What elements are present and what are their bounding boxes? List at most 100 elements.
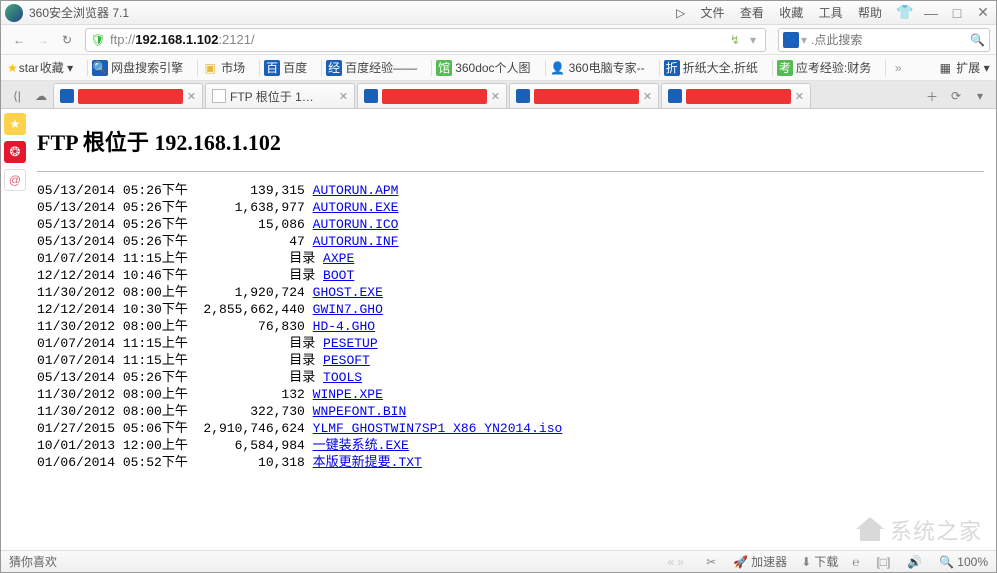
bookmark-label: 百度经验—— xyxy=(345,59,417,76)
file-link[interactable]: AUTORUN.ICO xyxy=(313,217,399,232)
leaf-icon[interactable]: ↯ xyxy=(727,33,743,47)
bookmark-0[interactable]: star收藏 ▾ xyxy=(21,59,73,76)
file-link[interactable]: TOOLS xyxy=(323,370,362,385)
tab-list-button[interactable]: ▾ xyxy=(968,84,992,108)
rail-at-button[interactable]: @ xyxy=(4,169,26,191)
search-engine-icon[interactable]: 🐾 xyxy=(783,32,799,48)
file-link[interactable]: 一键装系统.EXE xyxy=(313,438,409,453)
status-icon: 🔍 xyxy=(939,555,954,569)
address-bar[interactable]: 🛡 ftp://192.168.1.102:2121/ ↯ ▾ xyxy=(85,28,766,52)
bookmark-2[interactable]: ▣市场 xyxy=(202,59,245,76)
tab-0[interactable]: ✕ xyxy=(53,83,203,108)
forward-button[interactable]: → xyxy=(31,28,55,52)
search-box[interactable]: 🐾 ▾ 🔍 xyxy=(778,28,990,52)
dropdown-icon[interactable]: ▾ xyxy=(745,33,761,47)
file-link[interactable]: 本版更新提要.TXT xyxy=(313,455,422,470)
bookmark-4[interactable]: 经百度经验—— xyxy=(326,59,417,76)
status-item-3[interactable]: ℮ xyxy=(852,555,862,569)
status-left[interactable]: 猜你喜欢 xyxy=(9,553,57,570)
file-link[interactable]: AUTORUN.INF xyxy=(313,234,399,249)
file-link[interactable]: YLMF_GHOSTWIN7SP1_X86_YN2014.iso xyxy=(313,421,563,436)
bookmark-3[interactable]: 百百度 xyxy=(264,59,307,76)
tab-close-icon[interactable]: ✕ xyxy=(491,90,500,103)
tab-label xyxy=(382,89,487,104)
status-chevrons[interactable]: « » xyxy=(667,555,684,569)
menu-file[interactable]: 文件 xyxy=(701,6,725,20)
status-label: 下载 xyxy=(814,553,838,570)
coat-icon[interactable]: 👕 xyxy=(896,4,914,21)
tab-icon xyxy=(668,89,682,103)
fav-star-icon: ★ xyxy=(7,61,18,75)
status-item-4[interactable]: [□] xyxy=(876,555,893,569)
tab-3[interactable]: ✕ xyxy=(509,83,659,108)
bookmark-label: 市场 xyxy=(221,59,245,76)
search-input[interactable] xyxy=(811,33,966,47)
divider xyxy=(37,171,984,172)
reload-button[interactable]: ↻ xyxy=(55,28,79,52)
status-item-1[interactable]: 🚀加速器 xyxy=(733,553,787,570)
new-tab-button[interactable]: ＋ xyxy=(920,84,944,108)
file-link[interactable]: BOOT xyxy=(323,268,354,283)
file-link[interactable]: WNPEFONT.BIN xyxy=(313,404,407,419)
back-button[interactable]: ← xyxy=(7,28,31,52)
file-row: 11/30/2012 08:00上午 1,920,724 GHOST.EXE xyxy=(37,284,984,301)
tab-close-icon[interactable]: ✕ xyxy=(643,90,652,103)
status-item-0[interactable]: ✂ xyxy=(706,555,719,569)
bookmark-1[interactable]: 🔍网盘搜索引擎 xyxy=(92,59,183,76)
file-link[interactable]: GWIN7.GHO xyxy=(313,302,383,317)
bookmark-5[interactable]: 馆360doc个人图 xyxy=(436,59,530,76)
main-menu: ▷ 文件 查看 收藏 工具 帮助 xyxy=(670,4,888,21)
status-item-5[interactable]: 🔊 xyxy=(907,555,925,569)
file-link[interactable]: AUTORUN.EXE xyxy=(313,200,399,215)
tab-1[interactable]: FTP 根位于 1…✕ xyxy=(205,83,355,108)
tab-close-icon[interactable]: ✕ xyxy=(339,90,348,103)
close-button[interactable]: ✕ xyxy=(974,4,992,21)
undo-tab-button[interactable]: ⟨| xyxy=(5,84,29,108)
minimize-button[interactable]: — xyxy=(922,5,940,21)
bookmark-9[interactable]: » xyxy=(890,60,909,76)
tab-icon xyxy=(212,89,226,103)
file-link[interactable]: AUTORUN.APM xyxy=(313,183,399,198)
file-row: 01/07/2014 11:15上午 目录 PESOFT xyxy=(37,352,984,369)
tab-2[interactable]: ✕ xyxy=(357,83,507,108)
bookmark-icon: ▣ xyxy=(202,60,218,76)
restore-tab-button[interactable]: ⟳ xyxy=(944,84,968,108)
file-row: 05/13/2014 05:26下午 目录 TOOLS xyxy=(37,369,984,386)
menu-triangle[interactable]: ▷ xyxy=(676,6,685,20)
file-link[interactable]: AXPE xyxy=(323,251,354,266)
search-icon[interactable]: 🔍 xyxy=(970,33,985,47)
search-dropdown-icon[interactable]: ▾ xyxy=(801,33,807,47)
rail-weibo-button[interactable]: ❂ xyxy=(4,141,26,163)
file-link[interactable]: PESOFT xyxy=(323,353,370,368)
menu-help[interactable]: 帮助 xyxy=(858,6,882,20)
menu-view[interactable]: 查看 xyxy=(740,6,764,20)
status-item-2[interactable]: ⬇下载 xyxy=(801,553,838,570)
maximize-button[interactable]: □ xyxy=(948,5,966,21)
file-link[interactable]: WINPE.XPE xyxy=(313,387,383,402)
menu-tools[interactable]: 工具 xyxy=(819,6,843,20)
status-item-6[interactable]: 🔍100% xyxy=(939,555,988,569)
bookmark-8[interactable]: 考应考经验:财务 xyxy=(777,59,871,76)
file-listing: 05/13/2014 05:26下午 139,315 AUTORUN.APM05… xyxy=(37,182,984,471)
file-link[interactable]: HD-4.GHO xyxy=(313,319,375,334)
tab-close-icon[interactable]: ✕ xyxy=(187,90,196,103)
toolbar-right-0[interactable]: ▦扩展 ▾ xyxy=(937,59,989,76)
avatar[interactable] xyxy=(5,4,23,22)
status-icon: [□] xyxy=(876,555,890,569)
rail-favorites-button[interactable]: ★ xyxy=(4,113,26,135)
file-link[interactable]: PESETUP xyxy=(323,336,378,351)
menu-fav[interactable]: 收藏 xyxy=(779,6,803,20)
tab-4[interactable]: ✕ xyxy=(661,83,811,108)
cloud-button[interactable]: ☁ xyxy=(29,84,53,108)
tab-icon xyxy=(516,89,530,103)
status-label: 100% xyxy=(957,555,988,569)
tab-label xyxy=(534,89,639,104)
file-row: 05/13/2014 05:26下午 47 AUTORUN.INF xyxy=(37,233,984,250)
tab-close-icon[interactable]: ✕ xyxy=(795,90,804,103)
bookmark-6[interactable]: 👤360电脑专家-- xyxy=(550,59,645,76)
bookmark-icon: star xyxy=(21,60,37,76)
file-link[interactable]: GHOST.EXE xyxy=(313,285,383,300)
bookmark-7[interactable]: 折折纸大全,折纸 xyxy=(664,59,758,76)
url-text[interactable]: ftp://192.168.1.102:2121/ xyxy=(110,32,725,47)
tab-icon xyxy=(364,89,378,103)
